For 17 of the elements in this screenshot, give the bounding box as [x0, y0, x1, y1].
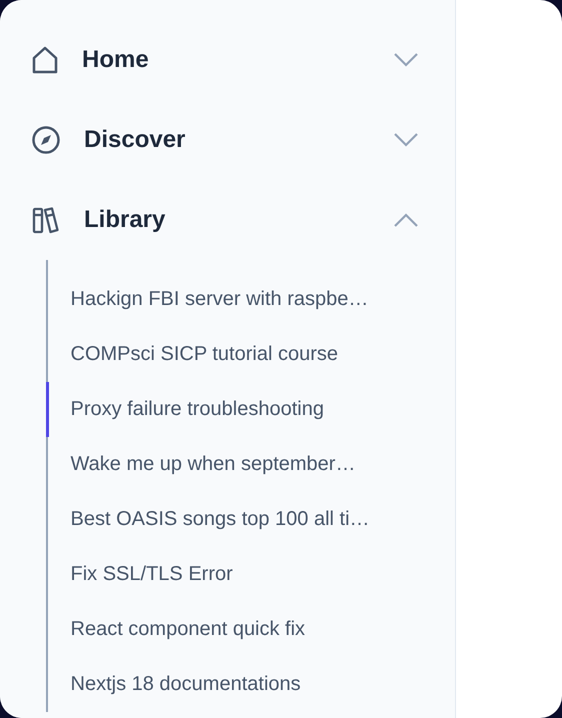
submenu-item[interactable]: Nextjs 18 documentations — [46, 657, 455, 712]
submenu-item[interactable]: Proxy failure troubleshooting — [46, 382, 455, 437]
submenu-item[interactable]: Best OASIS songs top 100 all ti… — [46, 492, 455, 547]
submenu-item[interactable]: Hackign FBI server with raspbe… — [46, 272, 455, 327]
chevron-up-icon — [393, 212, 419, 228]
nav-item[interactable]: Discover — [0, 100, 455, 180]
home-icon — [32, 46, 58, 74]
compass-icon — [32, 126, 60, 154]
nav-item[interactable]: Home — [0, 20, 455, 100]
nav-item[interactable]: Library — [0, 180, 455, 260]
submenu-item[interactable]: Wake me up when september… — [46, 437, 455, 492]
submenu-item[interactable]: Fix SSL/TLS Error — [46, 547, 455, 602]
books-icon — [32, 206, 60, 234]
chevron-down-icon — [393, 52, 419, 68]
chevron-down-icon — [393, 132, 419, 148]
submenu-item[interactable]: COMPsci SICP tutorial course — [46, 327, 455, 382]
submenu-item[interactable]: React component quick fix — [46, 602, 455, 657]
